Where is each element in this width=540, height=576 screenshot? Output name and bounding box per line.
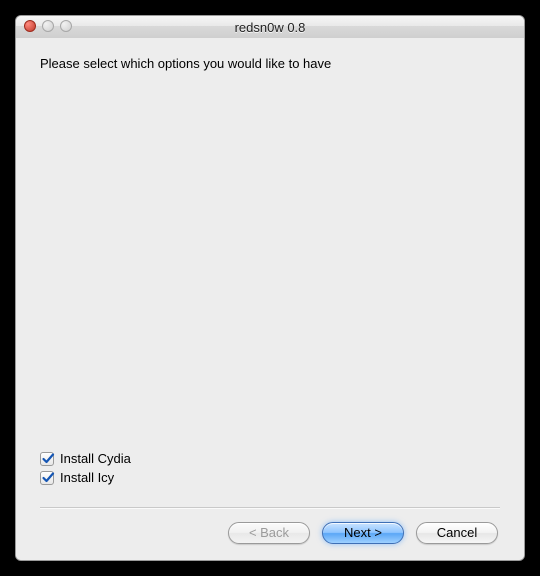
option-row-install-icy: Install Icy — [40, 470, 500, 485]
close-window-icon[interactable] — [24, 20, 36, 32]
option-label: Install Cydia — [60, 451, 131, 466]
checkbox-install-icy[interactable] — [40, 471, 54, 485]
button-row: < Back Next > Cancel — [40, 522, 500, 544]
next-button[interactable]: Next > — [322, 522, 404, 544]
zoom-window-icon — [60, 20, 72, 32]
traffic-lights — [24, 20, 72, 32]
content-area: Please select which options you would li… — [16, 38, 524, 560]
spacer — [40, 79, 500, 447]
checkbox-install-cydia[interactable] — [40, 452, 54, 466]
window-title: redsn0w 0.8 — [16, 20, 524, 35]
minimize-window-icon — [42, 20, 54, 32]
cancel-button[interactable]: Cancel — [416, 522, 498, 544]
checkmark-icon — [41, 452, 55, 466]
option-row-install-cydia: Install Cydia — [40, 451, 500, 466]
checkmark-icon — [41, 471, 55, 485]
options-group: Install Cydia Install Icy — [40, 447, 500, 489]
instruction-text: Please select which options you would li… — [40, 56, 500, 71]
app-window: redsn0w 0.8 Please select which options … — [15, 15, 525, 561]
titlebar[interactable]: redsn0w 0.8 — [16, 16, 524, 39]
option-label: Install Icy — [60, 470, 114, 485]
back-button[interactable]: < Back — [228, 522, 310, 544]
separator — [40, 507, 500, 508]
